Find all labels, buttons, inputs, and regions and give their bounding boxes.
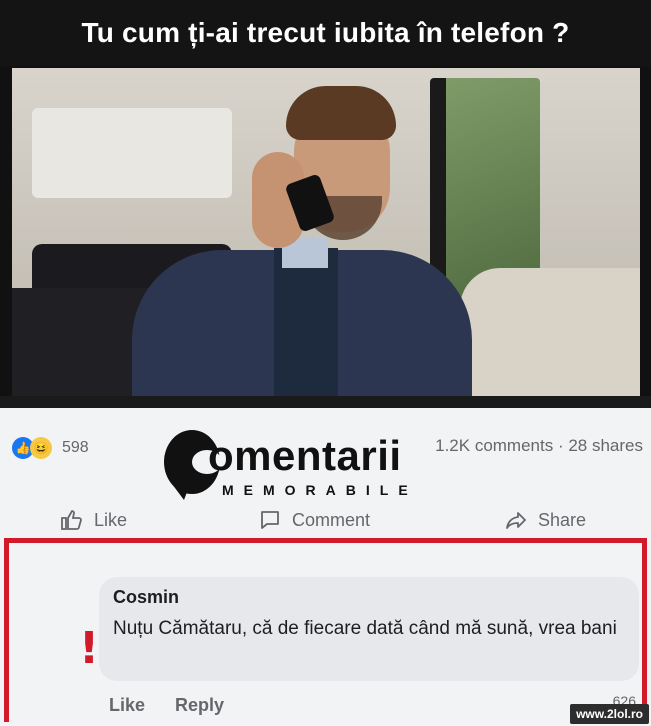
- comment-like-button[interactable]: Like: [109, 695, 145, 716]
- like-label: Like: [94, 509, 128, 530]
- comment-actions: Like Reply: [109, 695, 224, 716]
- like-button[interactable]: Like: [60, 502, 127, 538]
- logo-subtitle: MEMORABILE: [222, 482, 418, 498]
- logo-speech-tail: [172, 484, 190, 500]
- site-watermark: www.2lol.ro: [570, 704, 649, 724]
- logo-word: omentarii: [208, 432, 402, 479]
- front-seat: [460, 268, 640, 396]
- share-arrow-icon: [506, 512, 526, 529]
- share-label: Share: [538, 509, 587, 530]
- highlighted-comment-frame: ! Cosmin Nuțu Cămătaru, că de fiecare da…: [4, 538, 647, 722]
- reaction-count: 598: [62, 439, 89, 456]
- meme-title: Tu cum ți-ai trecut iubita în telefon ?: [0, 0, 651, 66]
- haha-reaction-icon: 😆: [30, 437, 52, 459]
- comment-icon: [261, 511, 279, 529]
- comment-reply-button[interactable]: Reply: [175, 695, 224, 716]
- comment-text: Nuțu Cămătaru, că de fiecare dată când m…: [113, 618, 617, 639]
- photo-man-on-phone-in-car: [12, 68, 640, 396]
- shirt: [274, 248, 338, 396]
- share-stats[interactable]: 1.2K comments · 28 shares: [435, 436, 643, 456]
- post-actions: Like Comment Share: [0, 502, 651, 538]
- comment-bubble: Cosmin Nuțu Cămătaru, că de fiecare dată…: [99, 577, 639, 681]
- divider: [0, 396, 651, 408]
- rear-window: [32, 108, 232, 198]
- reaction-summary[interactable]: 👍 😆 598: [12, 436, 89, 460]
- thumbs-up-icon: [61, 510, 82, 530]
- share-button[interactable]: Share: [504, 502, 586, 538]
- comment-author[interactable]: Cosmin: [113, 587, 179, 608]
- comment-label: Comment: [292, 509, 371, 530]
- facebook-post-screenshot: 👍 😆 598 1.2K comments · 28 shares omenta…: [0, 396, 651, 726]
- comment-button[interactable]: Comment: [258, 502, 370, 538]
- hair: [286, 86, 396, 140]
- exclamation-mark-icon: !: [79, 623, 100, 674]
